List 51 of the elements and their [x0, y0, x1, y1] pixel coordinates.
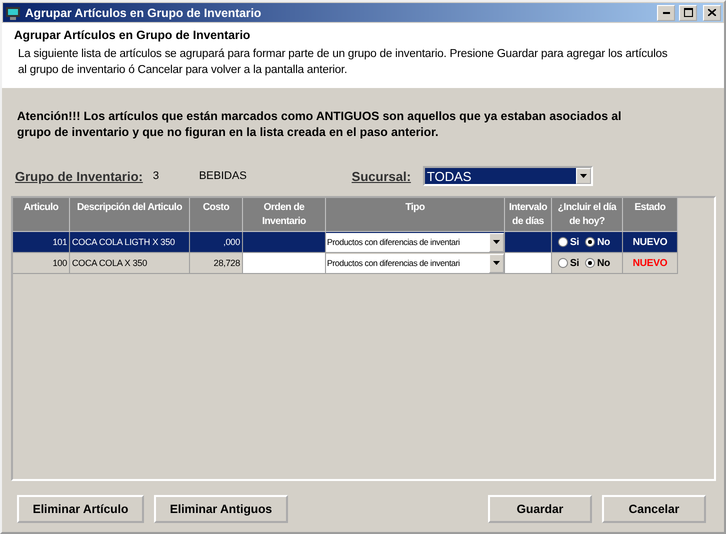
interval-field[interactable]: [505, 232, 552, 253]
table-row[interactable]: 101 COCA COLA LIGTH X 350 ,000 Productos con diferencias de inventari Si No NUEVO: [13, 232, 714, 253]
table-cell: 28,728: [190, 253, 243, 274]
type-dropdown[interactable]: Productos con diferencias de inventari: [326, 232, 504, 252]
status-text: NUEVO: [632, 236, 668, 248]
header-title: Agrupar Artículos en Grupo de Inventario: [14, 28, 252, 42]
radio-option[interactable]: Si: [558, 258, 580, 268]
app-icon: [5, 4, 21, 20]
radio-option[interactable]: No: [585, 258, 610, 268]
maximize-button[interactable]: [679, 4, 697, 20]
table-cell: ,000: [190, 232, 243, 253]
column-header: Descripción del Articulo: [70, 198, 190, 232]
action-button[interactable]: Guardar: [488, 495, 592, 523]
minimize-button[interactable]: [657, 4, 675, 20]
column-header: Tipo: [326, 198, 505, 232]
order-field[interactable]: [243, 232, 326, 253]
column-header: Costo: [190, 198, 243, 232]
radio-option[interactable]: Si: [558, 236, 580, 248]
column-header: Articulo: [13, 198, 70, 232]
action-button[interactable]: Eliminar Artículo: [17, 495, 144, 523]
column-header: Estado: [623, 198, 678, 232]
group-code: 3: [152, 170, 159, 182]
type-dropdown[interactable]: Productos con diferencias de inventari: [326, 254, 504, 272]
radio-option[interactable]: No: [585, 236, 610, 248]
header-description: La siguiente lista de artículos se agrupará para formar parte de un grupo de inventario. Presione Guardar para agregar los artículos al grupo de inventario ó Cancelar para volver a la pantalla anterior.: [17, 47, 669, 78]
branch-dropdown[interactable]: TODAS: [422, 166, 593, 186]
column-header: Orden de Inventario: [243, 198, 326, 232]
order-field[interactable]: [243, 253, 326, 274]
column-header: ¿Incluir el día de hoy?: [552, 198, 623, 232]
notice-text: Atención!!! Los artículos que están marcados como ANTIGUOS son aquellos que ya estaban asociados al grupo de inventario y que no figuran en la lista creada en el paso anterior.: [17, 108, 622, 140]
caret-icon: [580, 174, 587, 178]
maximize-icon: [684, 8, 692, 17]
branch-label: Sucursal:: [352, 168, 411, 184]
action-button[interactable]: Eliminar Antiguos: [154, 495, 288, 523]
status-text: NUEVO: [632, 258, 668, 268]
table-cell: COCA COLA X 350: [70, 253, 190, 274]
table-row[interactable]: 100 COCA COLA X 350 28,728 Productos con diferencias de inventari Si No NUEVO: [13, 253, 714, 274]
table-cell: 100: [13, 253, 70, 274]
minimize-icon: [662, 12, 670, 14]
window-title: Agrupar Artículos en Grupo de Inventario: [25, 6, 262, 20]
action-button[interactable]: Cancelar: [602, 495, 706, 523]
caret-icon: [493, 240, 500, 244]
group-name: BEBIDAS: [198, 170, 247, 182]
table-cell: 101: [13, 232, 70, 253]
interval-field[interactable]: [505, 253, 552, 274]
table-cell: COCA COLA LIGTH X 350: [70, 232, 190, 253]
caret-icon: [493, 261, 500, 265]
close-button[interactable]: [703, 4, 721, 20]
column-header: Intervalo de días: [505, 198, 552, 232]
group-label: Grupo de Inventario:: [15, 168, 143, 184]
close-icon: [708, 9, 716, 16]
